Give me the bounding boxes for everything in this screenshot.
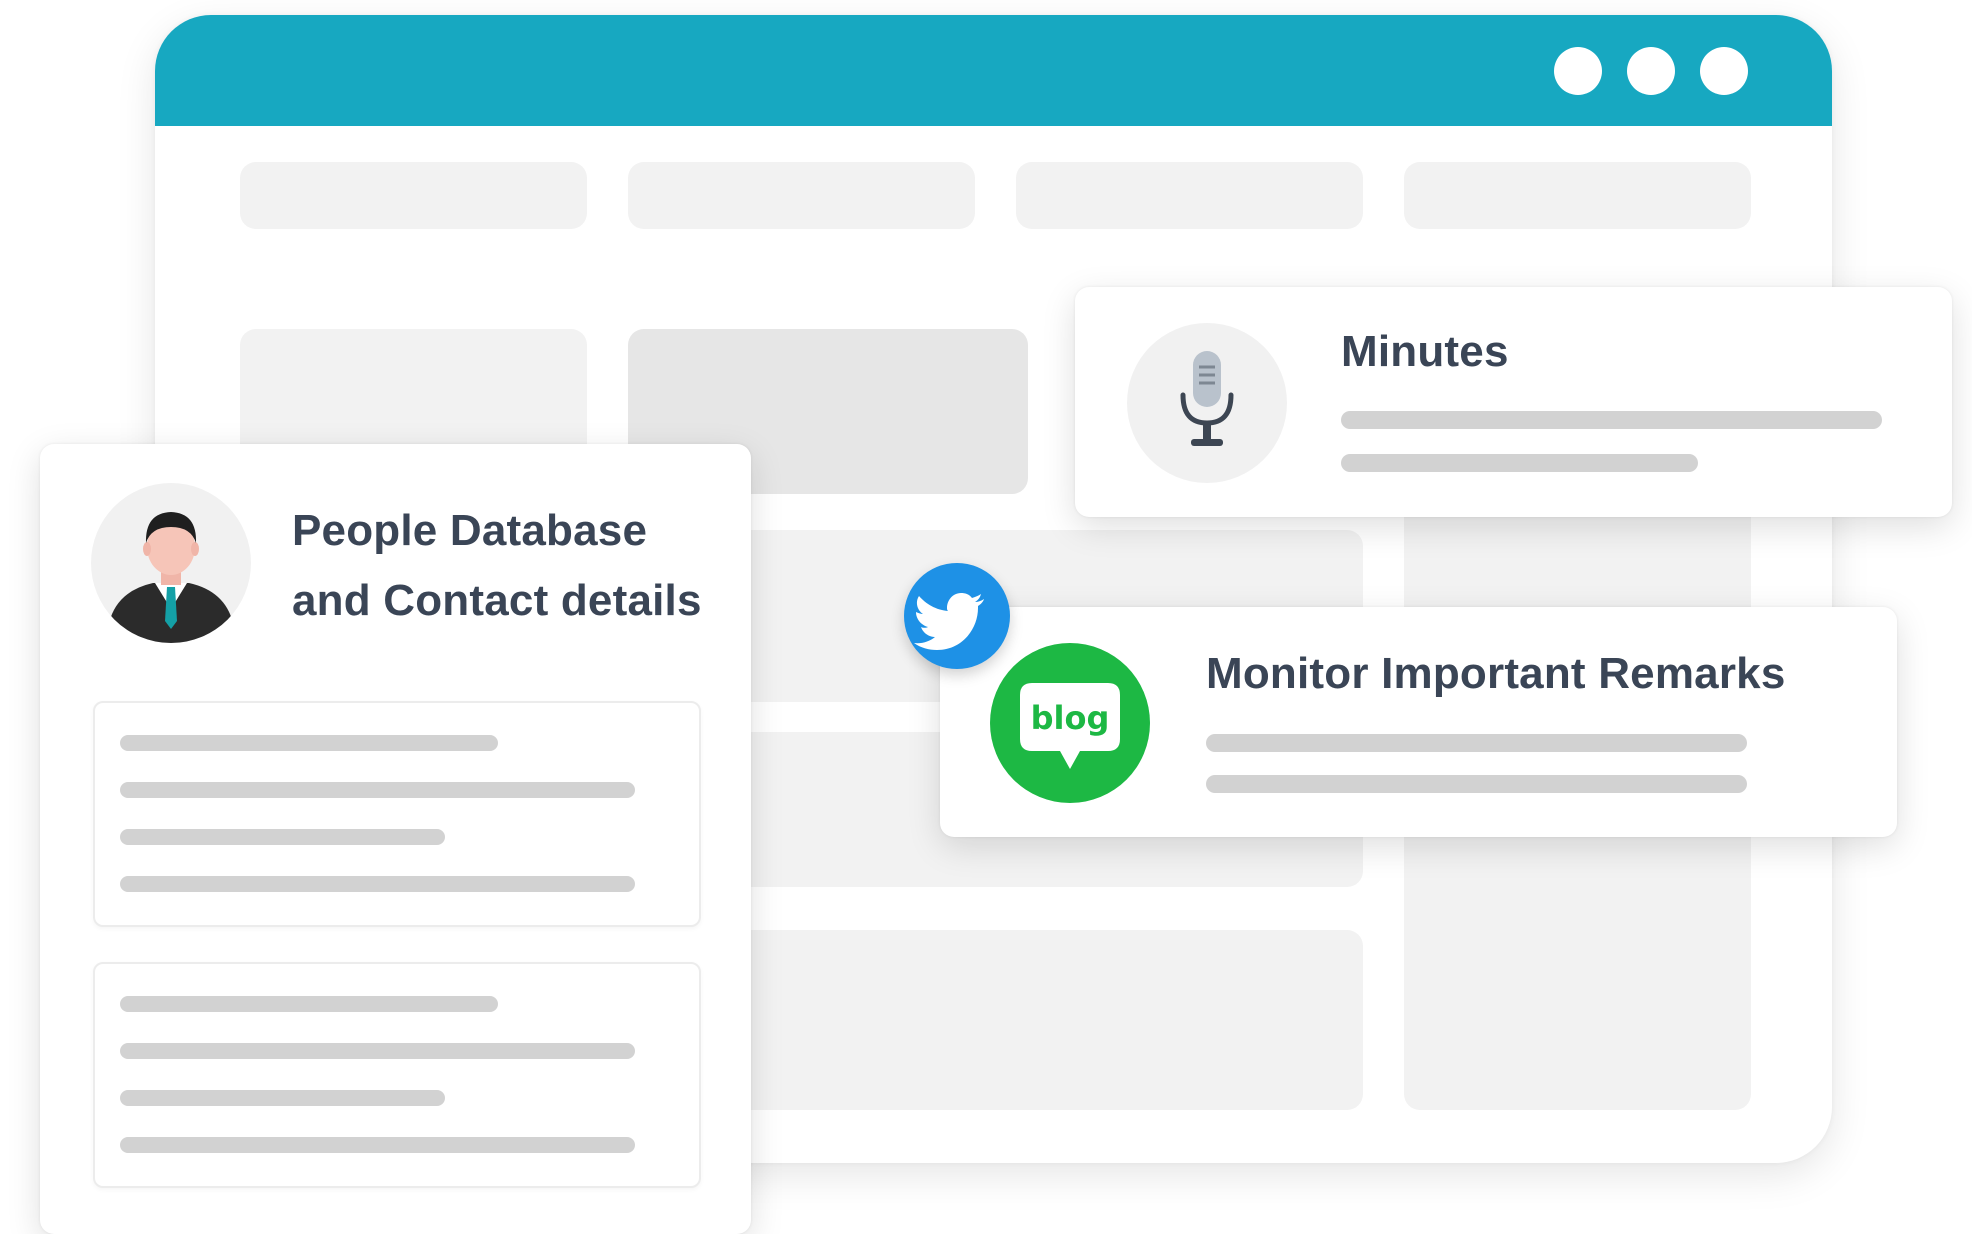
people-card-title-line1: People Database [292,506,648,555]
person-avatar-icon [91,483,251,643]
placeholder-line [120,829,445,845]
contact-entry-box[interactable] [93,701,701,927]
window-control-dot[interactable] [1700,47,1748,95]
placeholder-line [120,1137,635,1153]
placeholder-line [1206,775,1747,793]
placeholder-line [120,996,498,1012]
tab-placeholder [1404,162,1751,229]
minutes-card-title: Minutes [1341,327,1509,376]
tab-placeholder [1016,162,1363,229]
contact-entry-box[interactable] [93,962,701,1188]
people-database-card[interactable]: People Database and Contact details [40,444,751,1234]
placeholder-line [1206,734,1747,752]
placeholder-line [120,735,498,751]
minutes-card[interactable]: Minutes [1075,287,1952,517]
placeholder-line [120,876,635,892]
window-control-dot[interactable] [1627,47,1675,95]
remarks-card-title: Monitor Important Remarks [1206,649,1786,698]
people-card-title-line2: and Contact details [292,576,702,625]
placeholder-line [1341,411,1882,429]
blog-icon-label: blog [1031,699,1110,737]
window-control-dot[interactable] [1554,47,1602,95]
placeholder-line [1341,454,1698,472]
browser-titlebar [155,15,1832,126]
placeholder-line [120,782,635,798]
tab-placeholder [628,162,975,229]
placeholder-line [120,1043,635,1059]
twitter-icon [904,563,1010,669]
blog-icon: blog [990,643,1150,803]
placeholder-line [120,1090,445,1106]
tab-placeholder [240,162,587,229]
microphone-icon [1127,323,1287,483]
